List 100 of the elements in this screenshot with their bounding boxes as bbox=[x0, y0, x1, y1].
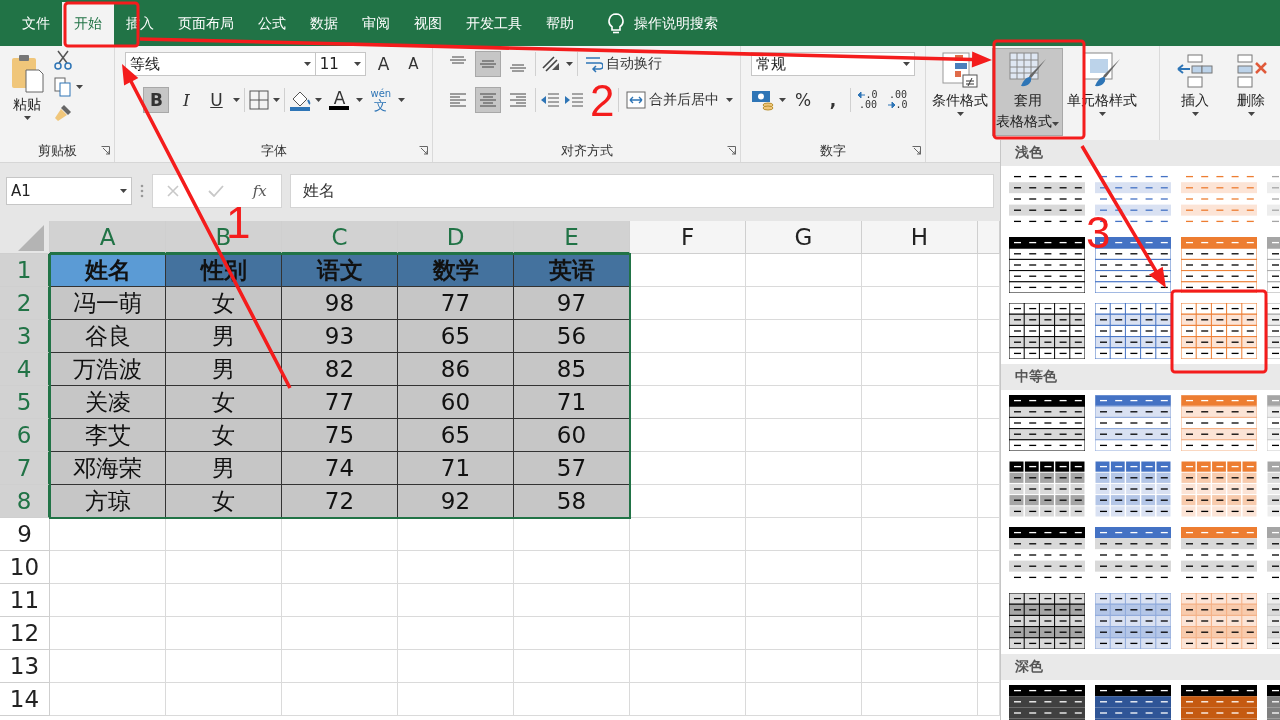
dialog-launcher-icon[interactable] bbox=[727, 146, 736, 156]
row-header[interactable]: 13 bbox=[0, 650, 50, 683]
table-style-thumbnail[interactable] bbox=[1181, 593, 1257, 649]
table-style-thumbnail[interactable] bbox=[1181, 395, 1257, 451]
table-cell: 语文 bbox=[282, 254, 398, 287]
caret-icon bbox=[398, 98, 406, 102]
ribbon-tab[interactable]: 审阅 bbox=[350, 2, 402, 46]
table-style-thumbnail[interactable] bbox=[1009, 237, 1085, 293]
row-header[interactable]: 9 bbox=[0, 518, 50, 551]
check-icon[interactable] bbox=[208, 185, 224, 197]
align-center-icon bbox=[479, 92, 498, 108]
fill-color-icon[interactable] bbox=[289, 89, 312, 111]
table-style-thumbnail[interactable] bbox=[1009, 395, 1085, 451]
table-cell: 93 bbox=[282, 320, 398, 353]
column-header[interactable]: A bbox=[50, 221, 166, 254]
caret-icon bbox=[273, 98, 281, 102]
underline-button[interactable]: U bbox=[203, 87, 230, 113]
table-style-thumbnail[interactable] bbox=[1095, 395, 1171, 451]
cut-icon[interactable] bbox=[54, 50, 72, 70]
increase-decimal-button[interactable]: .0 .00 bbox=[855, 87, 881, 113]
table-style-thumbnail[interactable] bbox=[1095, 303, 1171, 359]
table-style-thumbnail[interactable] bbox=[1095, 461, 1171, 517]
table-cell: 60 bbox=[398, 386, 514, 419]
table-style-thumbnail[interactable] bbox=[1181, 237, 1257, 293]
table-cell: 女 bbox=[166, 485, 282, 518]
table-style-thumbnail[interactable] bbox=[1009, 461, 1085, 517]
row-header[interactable]: 8 bbox=[0, 485, 50, 518]
align-middle-button[interactable] bbox=[475, 51, 502, 77]
row-header[interactable]: 3 bbox=[0, 320, 50, 353]
name-box[interactable]: A1 bbox=[6, 177, 132, 205]
row-header[interactable]: 4 bbox=[0, 353, 50, 386]
formula-input[interactable]: 姓名 bbox=[290, 174, 994, 208]
table-cell: 71 bbox=[398, 452, 514, 485]
row-header[interactable]: 6 bbox=[0, 419, 50, 452]
table-style-button[interactable]: 套用 表格格式 bbox=[992, 48, 1064, 136]
insert-function-button[interactable]: fx bbox=[252, 182, 267, 200]
copy-icon[interactable] bbox=[54, 77, 72, 97]
grow-font-button[interactable]: A bbox=[370, 51, 397, 77]
table-cell: 58 bbox=[514, 485, 630, 518]
row-header[interactable]: 11 bbox=[0, 584, 50, 617]
dialog-launcher-icon[interactable] bbox=[101, 146, 111, 156]
ribbon-tab[interactable]: 公式 bbox=[246, 2, 298, 46]
row-header[interactable]: 12 bbox=[0, 617, 50, 650]
right-arrow-icon bbox=[888, 102, 896, 108]
dialog-launcher-icon[interactable] bbox=[912, 146, 922, 156]
align-center-button[interactable] bbox=[475, 87, 502, 113]
row-header[interactable]: 14 bbox=[0, 683, 50, 716]
ribbon-tab[interactable]: 文件 bbox=[10, 2, 62, 46]
wrap-text-button[interactable]: 自动换行 bbox=[582, 51, 666, 77]
bold-button[interactable]: B bbox=[143, 87, 170, 113]
column-header[interactable]: E bbox=[514, 221, 630, 254]
decrease-indent-icon[interactable] bbox=[540, 92, 561, 108]
table-cell: 56 bbox=[514, 320, 630, 353]
row-header[interactable]: 10 bbox=[0, 551, 50, 584]
italic-button[interactable]: I bbox=[173, 87, 200, 113]
ribbon-tab[interactable]: 数据 bbox=[298, 2, 350, 46]
row-header[interactable]: 7 bbox=[0, 452, 50, 485]
comma-button[interactable]: , bbox=[820, 87, 846, 113]
currency-icon[interactable] bbox=[751, 89, 775, 111]
ribbon-tab[interactable]: 帮助 bbox=[534, 2, 586, 46]
align-left-icon bbox=[449, 92, 468, 108]
font-name-field[interactable]: 等线 bbox=[125, 52, 316, 76]
dialog-launcher-icon[interactable] bbox=[419, 146, 429, 156]
row-header[interactable]: 1 bbox=[0, 254, 50, 287]
row-header[interactable]: 5 bbox=[0, 386, 50, 419]
font-color-button[interactable]: A bbox=[326, 87, 353, 113]
increase-indent-icon[interactable] bbox=[564, 92, 585, 108]
format-painter-icon[interactable] bbox=[54, 104, 72, 122]
decrease-decimal-button[interactable]: .00 .0 bbox=[885, 87, 911, 113]
table-cell: 77 bbox=[398, 287, 514, 320]
column-header[interactable]: D bbox=[398, 221, 514, 254]
step-number: 2 bbox=[590, 76, 615, 125]
phonetic-button[interactable]: wén 文 bbox=[367, 87, 395, 113]
table-style-thumbnail[interactable] bbox=[1009, 593, 1085, 649]
tell-me-search[interactable]: 操作说明搜索 bbox=[634, 15, 718, 33]
table-cell: 万浩波 bbox=[50, 353, 166, 386]
align-bottom-icon bbox=[509, 64, 528, 72]
row-header[interactable]: 2 bbox=[0, 287, 50, 320]
column-header[interactable]: G bbox=[746, 221, 862, 254]
gallery-section-header: 中等色 bbox=[1001, 364, 1280, 390]
column-header[interactable]: C bbox=[282, 221, 398, 254]
font-size-field[interactable]: 11 bbox=[314, 52, 367, 76]
ribbon-tab[interactable]: 页面布局 bbox=[166, 2, 246, 46]
ribbon-tab[interactable]: 开发工具 bbox=[454, 2, 534, 46]
table-cell: 邓海荣 bbox=[50, 452, 166, 485]
merge-center-button[interactable]: 合并后居中 bbox=[623, 87, 723, 113]
ribbon-tab[interactable]: 视图 bbox=[402, 2, 454, 46]
table-style-thumbnail[interactable] bbox=[1009, 303, 1085, 359]
paste-button[interactable]: 粘贴 bbox=[6, 50, 48, 141]
column-header[interactable]: H bbox=[862, 221, 978, 254]
percent-button[interactable]: % bbox=[790, 87, 816, 113]
borders-icon[interactable] bbox=[249, 90, 270, 110]
table-style-thumbnail[interactable] bbox=[1181, 461, 1257, 517]
column-header[interactable]: F bbox=[630, 221, 746, 254]
insert-cells-button[interactable]: 插入 bbox=[1172, 50, 1218, 142]
table-cell: 85 bbox=[514, 353, 630, 386]
delete-cells-button[interactable]: 删除 bbox=[1228, 50, 1274, 142]
shrink-font-button[interactable]: A bbox=[400, 51, 427, 77]
table-style-thumbnail[interactable] bbox=[1095, 593, 1171, 649]
table-style-thumbnail[interactable] bbox=[1181, 303, 1257, 359]
